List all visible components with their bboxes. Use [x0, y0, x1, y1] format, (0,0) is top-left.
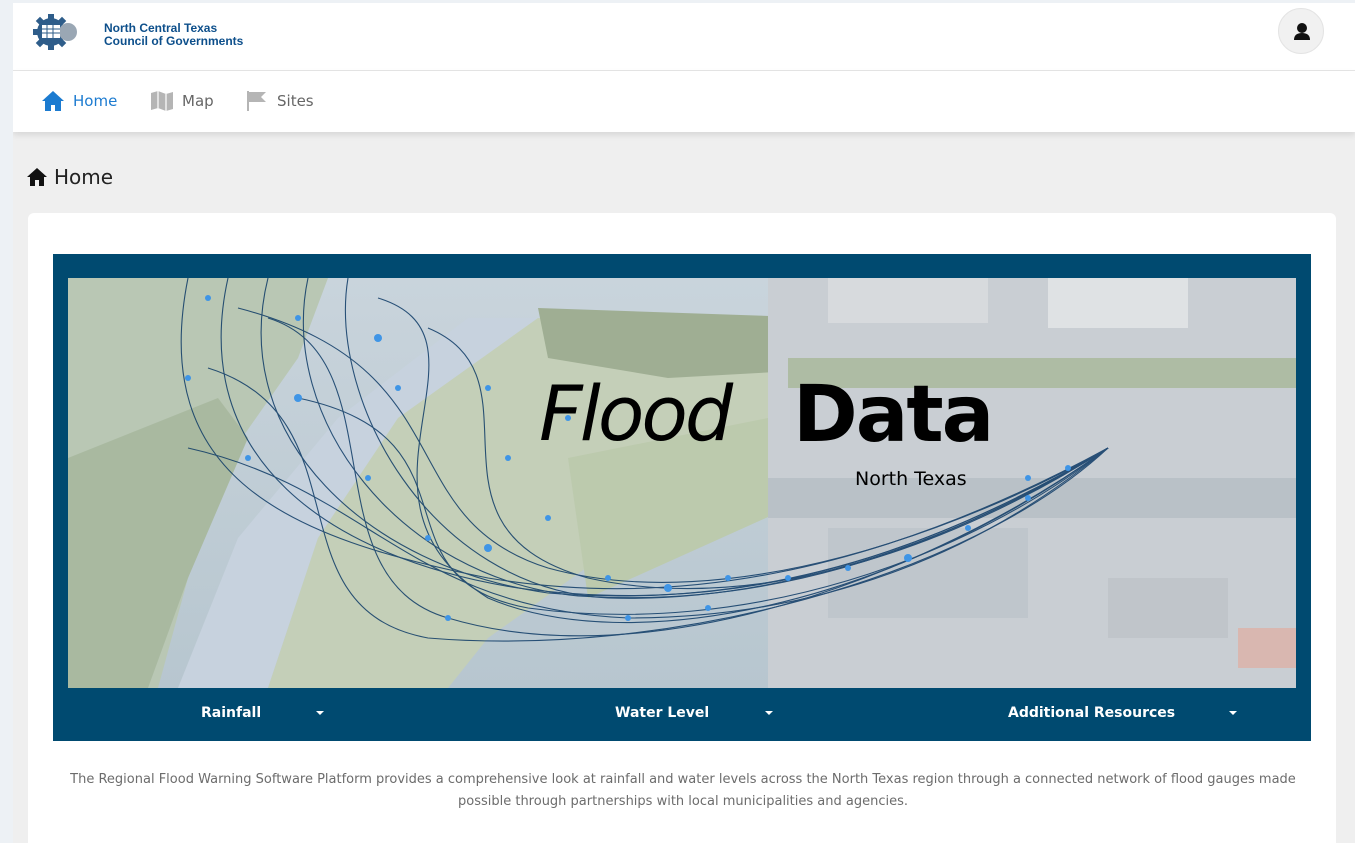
nav-item-label: Home	[73, 92, 118, 110]
nctcog-logo-icon[interactable]	[32, 13, 78, 51]
nav-item-label: Sites	[277, 92, 314, 110]
flag-icon	[247, 91, 266, 111]
hero-banner: Flood Data North Texas Rainfall Water Le…	[53, 254, 1311, 741]
nav-item-map[interactable]: Map	[150, 89, 214, 113]
nav-item-label: Map	[182, 92, 214, 110]
hero-subtitle: North Texas	[855, 468, 967, 490]
user-icon	[1294, 23, 1310, 40]
nav-item-home[interactable]: Home	[41, 89, 117, 113]
map-icon	[151, 91, 173, 111]
caret-down-icon	[1229, 711, 1238, 715]
hero-title-flood: Flood	[539, 369, 733, 458]
caret-down-icon	[316, 711, 325, 715]
hero-menu-bar: Rainfall Water Level Additional Resource…	[53, 688, 1311, 741]
rainfall-dropdown[interactable]: Rainfall	[201, 705, 325, 721]
page-title-text: Home	[54, 165, 114, 189]
dropdown-label: Water Level	[615, 705, 710, 721]
org-name[interactable]: North Central Texas Council of Governmen…	[104, 22, 243, 48]
platform-description: The Regional Flood Warning Software Plat…	[70, 772, 1296, 809]
hero-image: Flood Data North Texas	[68, 278, 1296, 688]
content-card: Flood Data North Texas Rainfall Water Le…	[28, 213, 1336, 843]
dropdown-label: Rainfall	[201, 705, 262, 721]
user-menu-button[interactable]	[1278, 8, 1324, 54]
main-nav: Home Map Sites	[13, 71, 1355, 132]
home-icon	[42, 91, 64, 111]
dropdown-label: Additional Resources	[1008, 705, 1176, 721]
page-title: Home	[26, 165, 113, 189]
additional-resources-dropdown[interactable]: Additional Resources	[1008, 705, 1238, 721]
nav-item-sites[interactable]: Sites	[245, 89, 314, 113]
app-shell: North Central Texas Council of Governmen…	[13, 3, 1355, 843]
home-icon	[27, 168, 47, 186]
caret-down-icon	[765, 711, 774, 715]
top-bar: North Central Texas Council of Governmen…	[13, 3, 1355, 71]
org-name-line2: Council of Governments	[104, 34, 244, 48]
hero-title-data: Data	[793, 370, 994, 460]
water-level-dropdown[interactable]: Water Level	[615, 705, 774, 721]
